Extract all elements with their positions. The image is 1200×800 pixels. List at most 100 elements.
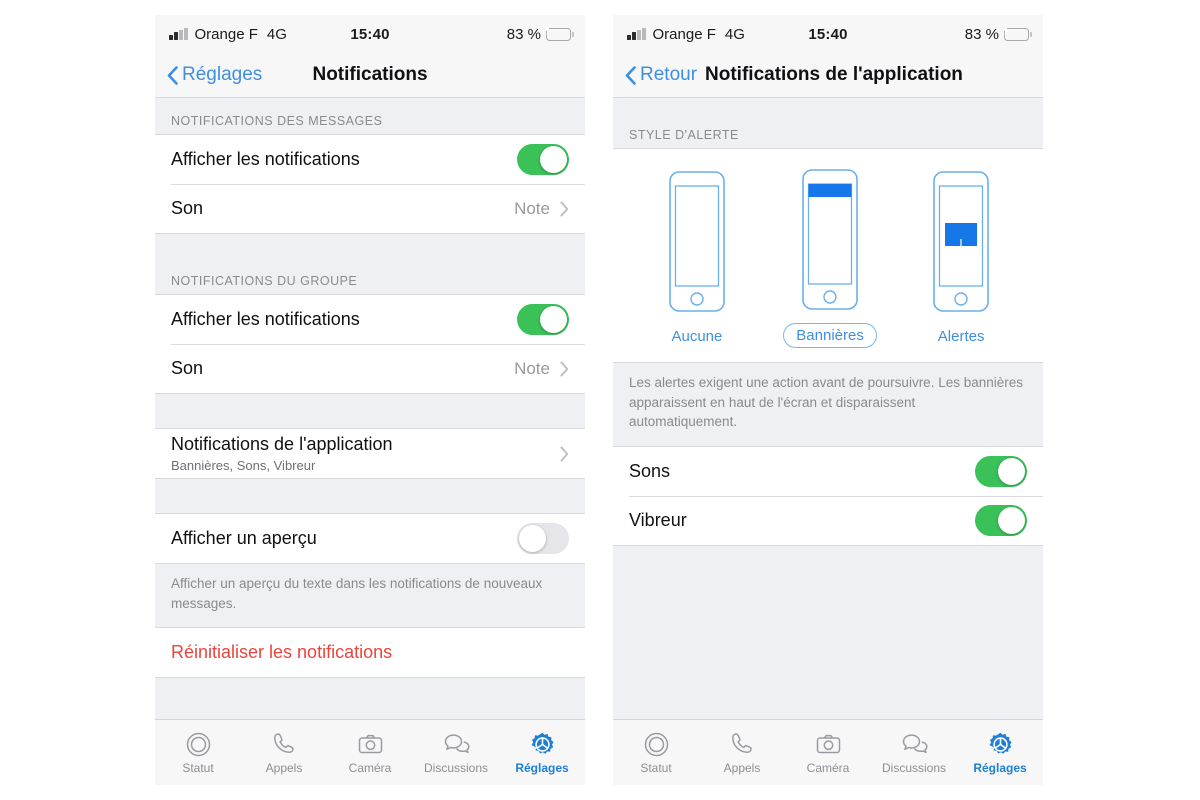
row-afficher-apercu[interactable]: Afficher un aperçu	[155, 514, 585, 563]
row-value: Note	[514, 358, 550, 378]
row-label: Son	[171, 358, 204, 378]
section-header-style-alerte: STYLE D'ALERTE	[613, 112, 1043, 148]
list-bottom-filler-right	[613, 545, 1043, 719]
signal-bars-icon	[627, 28, 646, 40]
alert-style-label: Aucune	[671, 328, 723, 345]
alert-style-option-bannieres[interactable]: Bannières	[783, 167, 877, 348]
camera-icon	[816, 734, 840, 753]
status-bar-right: Orange F 4G 15:40 83 %	[613, 15, 1043, 53]
tab-appels[interactable]: Appels	[699, 731, 785, 775]
toggle-vibreur[interactable]	[975, 504, 1027, 536]
tab-label: Discussions	[881, 760, 947, 775]
row-reinitialiser-notifications[interactable]: Réinitialiser les notifications	[155, 628, 585, 678]
alert-style-label: Bannières	[783, 323, 877, 348]
tab-bar-right[interactable]: Statut Appels Caméra Discussions Réglage…	[613, 719, 1043, 785]
status-bar-left-group: Orange F 4G	[169, 26, 350, 43]
row-label: Sons	[629, 460, 671, 481]
row-value: Note	[514, 198, 550, 218]
battery-percent-label: 83 %	[964, 25, 999, 43]
phone-handset-icon	[731, 732, 752, 753]
back-button-reglages[interactable]: Réglages	[167, 64, 262, 86]
toggle-sons[interactable]	[975, 455, 1027, 487]
row-vibreur[interactable]: Vibreur	[613, 495, 1043, 545]
page-title-right: Notifications de l'application	[705, 64, 963, 85]
row-notifications-application[interactable]: Notifications de l'application Bannières…	[155, 429, 585, 478]
status-bar-left-group: Orange F 4G	[627, 26, 808, 43]
charging-bolt-icon	[545, 24, 552, 36]
tab-reglages[interactable]: Réglages	[499, 731, 585, 775]
charging-bolt-icon	[1003, 24, 1010, 36]
camera-icon	[358, 734, 382, 753]
network-type-label: 4G	[724, 25, 745, 43]
row-label: Réinitialiser les notifications	[171, 642, 393, 663]
chevron-right-icon	[560, 201, 569, 216]
status-bar-clock: 15:40	[350, 25, 390, 43]
chevron-right-icon	[560, 446, 569, 461]
tab-appels[interactable]: Appels	[241, 731, 327, 775]
back-button-retour[interactable]: Retour	[625, 64, 697, 86]
screenshot-root: Orange F 4G 15:40 83 % Réglages Notifica…	[0, 0, 1200, 800]
nav-bar-left: Réglages Notifications	[155, 53, 585, 98]
status-bar-left: Orange F 4G 15:40 83 %	[155, 15, 585, 53]
section-group-messages: Afficher les notifications Son Note	[155, 134, 585, 234]
row-label: Afficher un aperçu	[171, 528, 317, 548]
network-type-label: 4G	[266, 25, 287, 43]
gear-icon	[989, 732, 1012, 754]
row-afficher-notifications-groupe[interactable]: Afficher les notifications	[155, 295, 585, 344]
tab-discussions[interactable]: Discussions	[871, 731, 957, 775]
row-son-groupe[interactable]: Son Note	[155, 344, 585, 393]
section-group-sons-vibreur: Sons Vibreur	[613, 445, 1043, 546]
section-gap-3	[155, 479, 585, 513]
right-phone-screen: Orange F 4G 15:40 83 % Retour Notificati…	[613, 15, 1043, 785]
row-sons[interactable]: Sons	[613, 446, 1043, 496]
tab-label: Statut	[640, 760, 672, 775]
section-group-apercu: Afficher un aperçu	[155, 513, 585, 564]
carrier-label: Orange F	[194, 25, 258, 43]
tab-statut[interactable]: Statut	[155, 731, 241, 775]
toggle-afficher-notifications-messages[interactable]	[517, 144, 569, 175]
status-ring-icon	[644, 732, 668, 756]
tab-label: Appels	[265, 760, 303, 775]
tab-camera[interactable]: Caméra	[785, 731, 871, 775]
toggle-afficher-apercu[interactable]	[517, 523, 569, 554]
nav-bar-right: Retour Notifications de l'application	[613, 53, 1043, 98]
section-header-messages: NOTIFICATIONS DES MESSAGES	[155, 98, 585, 134]
footer-note-apercu: Afficher un aperçu du texte dans les not…	[155, 564, 585, 628]
row-label-block: Notifications de l'application Bannières…	[171, 434, 560, 473]
section-gap-2	[155, 394, 585, 428]
chat-bubbles-icon	[902, 733, 928, 753]
tab-reglages[interactable]: Réglages	[957, 731, 1043, 775]
settings-list-left[interactable]: NOTIFICATIONS DES MESSAGES Afficher les …	[155, 98, 585, 719]
tab-label: Caméra	[348, 760, 392, 775]
toggle-afficher-notifications-groupe[interactable]	[517, 304, 569, 335]
row-afficher-notifications-messages[interactable]: Afficher les notifications	[155, 135, 585, 184]
tab-label: Réglages	[515, 760, 569, 775]
back-button-label: Retour	[640, 64, 698, 85]
tab-label: Statut	[182, 760, 214, 775]
phone-mock-none-icon	[669, 171, 725, 312]
left-phone-screen: Orange F 4G 15:40 83 % Réglages Notifica…	[155, 15, 585, 785]
status-bar-clock: 15:40	[808, 25, 848, 43]
tab-label: Discussions	[423, 760, 489, 775]
tab-camera[interactable]: Caméra	[327, 731, 413, 775]
settings-list-right[interactable]: STYLE D'ALERTE Aucune Bannières Alertes …	[613, 98, 1043, 719]
tab-bar-left[interactable]: Statut Appels Caméra Discussions Réglage…	[155, 719, 585, 785]
tab-statut[interactable]: Statut	[613, 731, 699, 775]
chevron-left-icon	[625, 65, 636, 85]
signal-bars-icon	[169, 28, 188, 40]
battery-percent-label: 83 %	[506, 25, 541, 43]
row-label: Son	[171, 198, 204, 218]
tab-discussions[interactable]: Discussions	[413, 731, 499, 775]
status-ring-icon	[186, 732, 210, 756]
phone-mock-banner-icon	[802, 169, 858, 310]
alert-style-picker[interactable]: Aucune Bannières Alertes	[613, 148, 1043, 363]
alert-style-option-alertes[interactable]: Alertes	[926, 169, 997, 348]
row-son-messages[interactable]: Son Note	[155, 184, 585, 233]
row-title: Notifications de l'application	[171, 434, 393, 454]
alert-style-label: Alertes	[937, 328, 985, 345]
tab-label: Appels	[723, 760, 761, 775]
section-group-groupe: Afficher les notifications Son Note	[155, 294, 585, 394]
row-label: Afficher les notifications	[171, 309, 360, 329]
alert-style-option-aucune[interactable]: Aucune	[659, 169, 734, 348]
gear-icon	[531, 732, 554, 754]
